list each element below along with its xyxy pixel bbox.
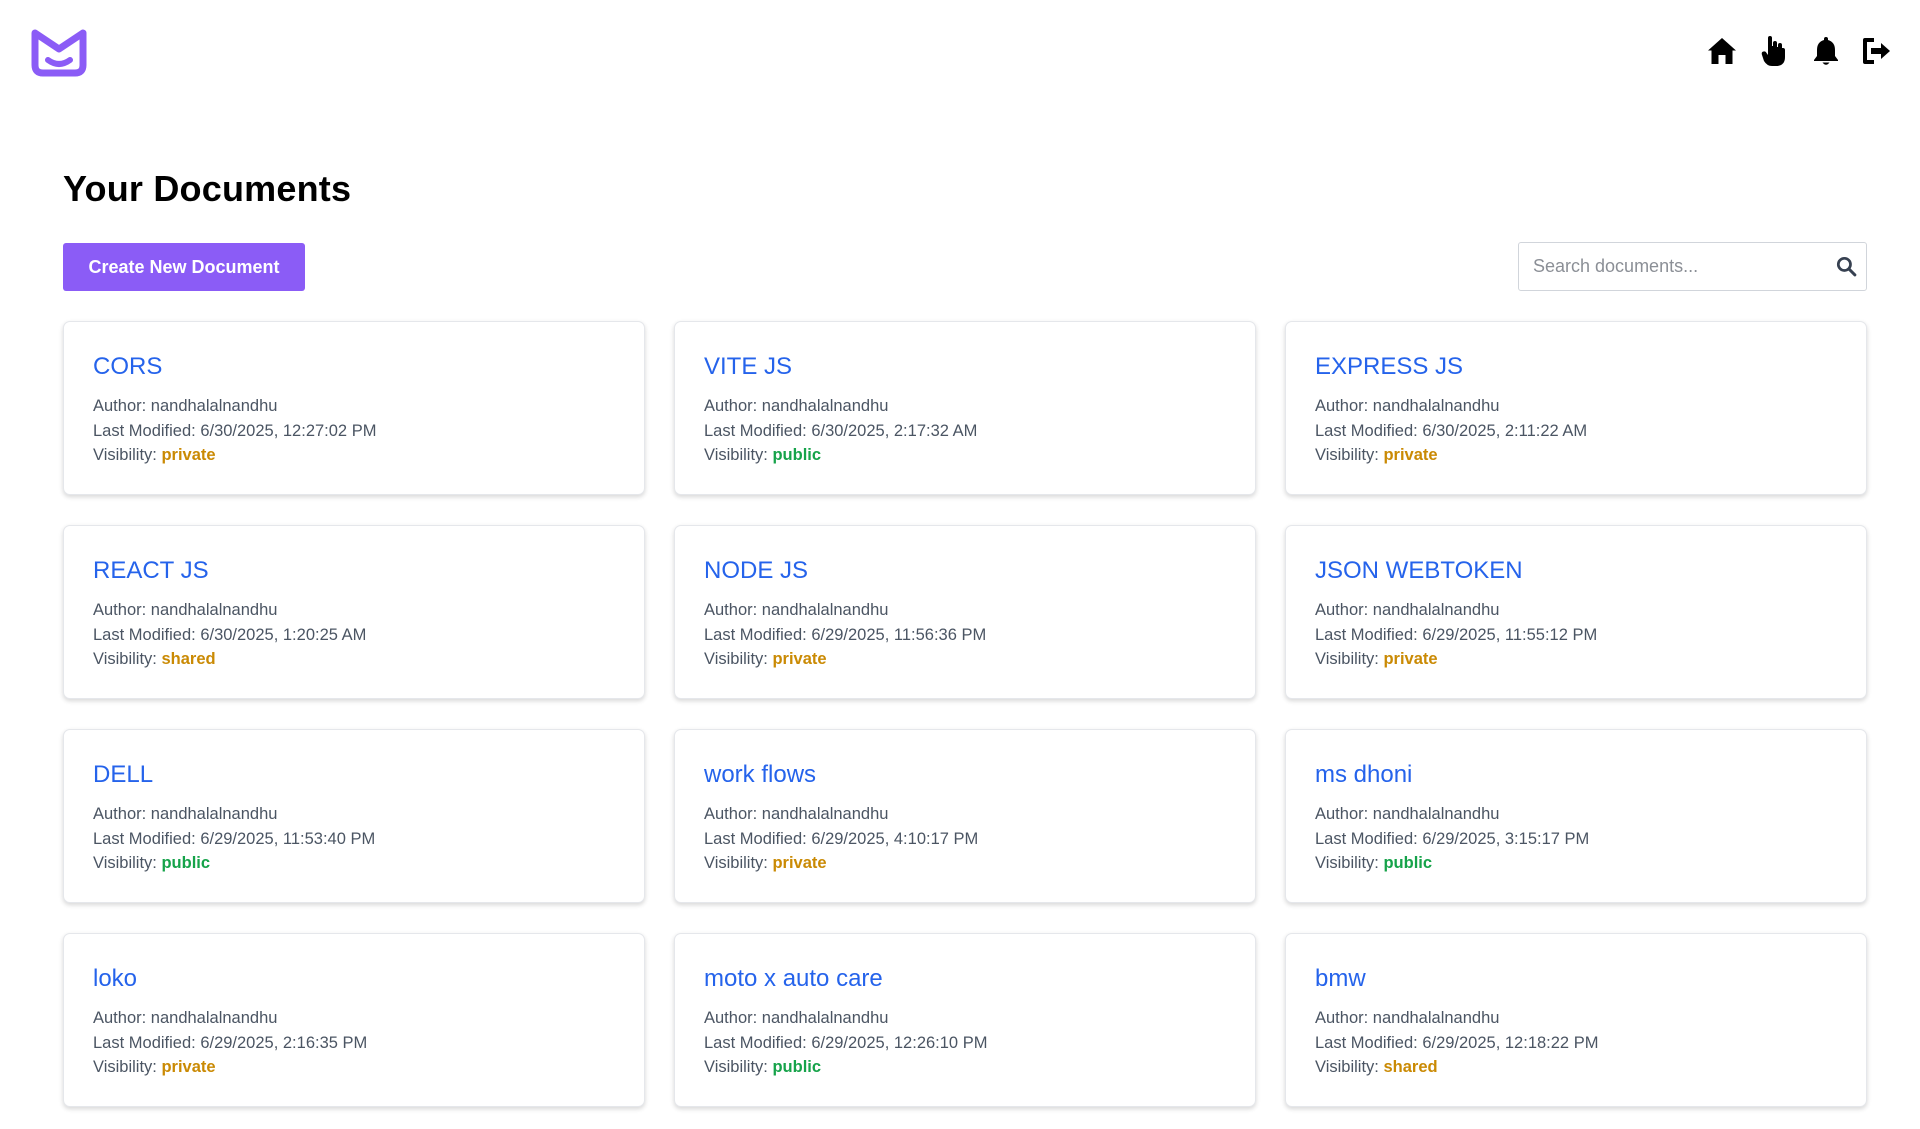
visibility-value: public — [772, 1058, 822, 1076]
document-title-link[interactable]: ms dhoni — [1315, 760, 1837, 790]
document-author: Author: nandhalalnandhu — [704, 1009, 889, 1027]
document-grid: CORS Author: nandhalalnandhu Last Modifi… — [63, 321, 1867, 1107]
home-icon[interactable] — [1706, 35, 1738, 67]
create-new-document-button[interactable]: Create New Document — [63, 243, 305, 291]
document-card[interactable]: VITE JS Author: nandhalalnandhu Last Mod… — [674, 321, 1256, 495]
document-visibility: Visibility: public — [704, 446, 822, 464]
document-last-modified: Last Modified: 6/29/2025, 3:15:17 PM — [1315, 829, 1590, 848]
document-author: Author: nandhalalnandhu — [93, 805, 278, 823]
document-card[interactable]: ms dhoni Author: nandhalalnandhu Last Mo… — [1285, 729, 1867, 903]
document-author: Author: nandhalalnandhu — [93, 397, 278, 415]
document-title-link[interactable]: loko — [93, 964, 615, 994]
document-author: Author: nandhalalnandhu — [93, 1009, 278, 1027]
visibility-value: shared — [161, 650, 216, 668]
document-title-link[interactable]: CORS — [93, 352, 615, 382]
document-author: Author: nandhalalnandhu — [1315, 601, 1500, 619]
document-title-link[interactable]: VITE JS — [704, 352, 1226, 382]
document-author: Author: nandhalalnandhu — [704, 397, 889, 415]
document-visibility: Visibility: public — [1315, 854, 1433, 872]
visibility-value: private — [161, 1058, 216, 1076]
document-last-modified: Last Modified: 6/29/2025, 11:53:40 PM — [93, 829, 376, 848]
document-author: Author: nandhalalnandhu — [93, 601, 278, 619]
top-navbar — [0, 0, 1920, 106]
visibility-value: public — [772, 446, 822, 464]
document-author: Author: nandhalalnandhu — [704, 601, 889, 619]
visibility-value: private — [1383, 446, 1438, 464]
hand-pointer-icon[interactable] — [1758, 35, 1790, 67]
document-title-link[interactable]: work flows — [704, 760, 1226, 790]
document-last-modified: Last Modified: 6/29/2025, 11:55:12 PM — [1315, 625, 1598, 644]
page-title: Your Documents — [63, 168, 352, 209]
document-visibility: Visibility: public — [704, 1058, 822, 1076]
document-title-link[interactable]: moto x auto care — [704, 964, 1226, 994]
search-icon[interactable] — [1836, 256, 1857, 277]
document-title-link[interactable]: bmw — [1315, 964, 1837, 994]
bell-icon[interactable] — [1810, 35, 1842, 67]
document-visibility: Visibility: private — [704, 650, 827, 668]
document-visibility: Visibility: shared — [93, 650, 216, 668]
document-last-modified: Last Modified: 6/30/2025, 2:17:32 AM — [704, 421, 978, 440]
document-title-link[interactable]: DELL — [93, 760, 615, 790]
document-card[interactable]: loko Author: nandhalalnandhu Last Modifi… — [63, 933, 645, 1107]
document-last-modified: Last Modified: 6/30/2025, 2:11:22 AM — [1315, 421, 1588, 440]
document-last-modified: Last Modified: 6/29/2025, 11:56:36 PM — [704, 625, 987, 644]
document-last-modified: Last Modified: 6/29/2025, 12:26:10 PM — [704, 1033, 988, 1052]
document-author: Author: nandhalalnandhu — [1315, 805, 1500, 823]
document-visibility: Visibility: public — [93, 854, 211, 872]
document-author: Author: nandhalalnandhu — [704, 805, 889, 823]
visibility-value: private — [772, 854, 827, 872]
document-last-modified: Last Modified: 6/29/2025, 2:16:35 PM — [93, 1033, 368, 1052]
document-author: Author: nandhalalnandhu — [1315, 397, 1500, 415]
document-visibility: Visibility: private — [1315, 650, 1438, 668]
search-input[interactable] — [1519, 243, 1833, 290]
document-card[interactable]: CORS Author: nandhalalnandhu Last Modifi… — [63, 321, 645, 495]
document-card[interactable]: DELL Author: nandhalalnandhu Last Modifi… — [63, 729, 645, 903]
header-nav — [1706, 35, 1894, 67]
document-last-modified: Last Modified: 6/29/2025, 12:18:22 PM — [1315, 1033, 1599, 1052]
document-card[interactable]: REACT JS Author: nandhalalnandhu Last Mo… — [63, 525, 645, 699]
app-logo-icon[interactable] — [29, 27, 89, 79]
document-card[interactable]: JSON WEBTOKEN Author: nandhalalnandhu La… — [1285, 525, 1867, 699]
search-box — [1518, 242, 1867, 291]
document-visibility: Visibility: private — [93, 446, 216, 464]
document-card[interactable]: bmw Author: nandhalalnandhu Last Modifie… — [1285, 933, 1867, 1107]
document-last-modified: Last Modified: 6/30/2025, 12:27:02 PM — [93, 421, 377, 440]
document-card[interactable]: NODE JS Author: nandhalalnandhu Last Mod… — [674, 525, 1256, 699]
document-title-link[interactable]: JSON WEBTOKEN — [1315, 556, 1837, 586]
document-visibility: Visibility: private — [704, 854, 827, 872]
document-visibility: Visibility: private — [93, 1058, 216, 1076]
document-last-modified: Last Modified: 6/30/2025, 1:20:25 AM — [93, 625, 367, 644]
document-title-link[interactable]: NODE JS — [704, 556, 1226, 586]
visibility-value: private — [772, 650, 827, 668]
document-card[interactable]: moto x auto care Author: nandhalalnandhu… — [674, 933, 1256, 1107]
document-card[interactable]: EXPRESS JS Author: nandhalalnandhu Last … — [1285, 321, 1867, 495]
visibility-value: private — [1383, 650, 1438, 668]
document-title-link[interactable]: REACT JS — [93, 556, 615, 586]
visibility-value: shared — [1383, 1058, 1438, 1076]
visibility-value: public — [161, 854, 211, 872]
visibility-value: public — [1383, 854, 1433, 872]
document-author: Author: nandhalalnandhu — [1315, 1009, 1500, 1027]
visibility-value: private — [161, 446, 216, 464]
document-visibility: Visibility: shared — [1315, 1058, 1438, 1076]
document-title-link[interactable]: EXPRESS JS — [1315, 352, 1837, 382]
logout-icon[interactable] — [1862, 35, 1894, 67]
document-last-modified: Last Modified: 6/29/2025, 4:10:17 PM — [704, 829, 979, 848]
document-card[interactable]: work flows Author: nandhalalnandhu Last … — [674, 729, 1256, 903]
document-visibility: Visibility: private — [1315, 446, 1438, 464]
